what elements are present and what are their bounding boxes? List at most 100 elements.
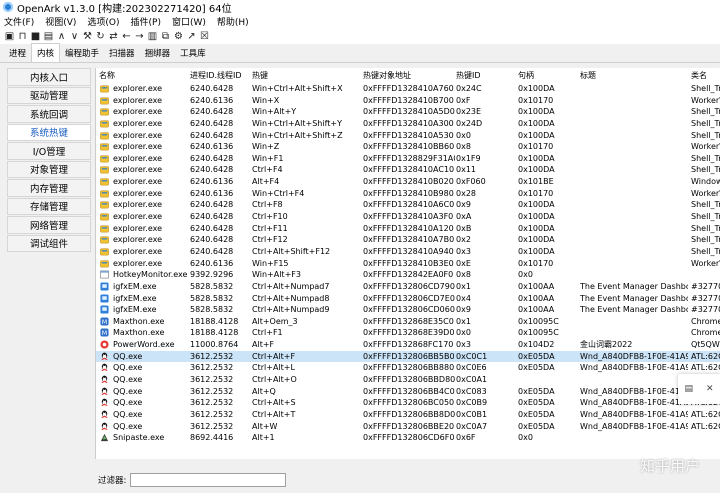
menu-item[interactable]: 窗口(W) [168,15,213,28]
close-icon[interactable]: ✕ [706,384,714,394]
table-row[interactable]: explorer.exe 6240.6428 Win+F1 0xFFFFD132882… [96,153,720,165]
table-row[interactable]: M Maxthon.exe 18188.4128 Ctrl+F1 0xFFFFD1328… [96,327,720,339]
table-row[interactable]: igfxEM.exe 5828.5832 Ctrl+Alt+Numpad7 0xFFF… [96,281,720,293]
table-row[interactable]: explorer.exe 6240.6428 Ctrl+F8 0xFFFFD13284… [96,199,720,211]
cell-name: QQ.exe [113,421,143,431]
cell-hotkey: Ctrl+Alt+Numpad7 [252,281,330,291]
menu-item[interactable]: 选项(O) [83,15,126,28]
window-title: OpenArk v1.3.0 [构建:202302271420] 64位 [17,3,232,15]
cell-name: explorer.exe [113,95,163,105]
arrow-down-icon[interactable]: ∨ [68,30,81,43]
cell-hkid: 0x8 [456,142,471,152]
folder-icon[interactable]: ▤ [42,30,55,43]
menu-item[interactable]: 插件(P) [127,15,168,28]
table-row[interactable]: explorer.exe 6240.6428 Ctrl+F10 0xFFFFD1328… [96,211,720,223]
menu-item[interactable]: 文件(F) [0,15,41,28]
table-row[interactable]: explorer.exe 6240.6136 Win+F15 0xFFFFD13284… [96,258,720,270]
qq-process-icon [101,352,108,360]
sidebar-item[interactable]: 调试组件 [7,234,91,252]
book-icon[interactable]: ▥ [146,30,159,43]
column-header[interactable]: 热键 [252,70,268,81]
tab-item[interactable]: 编程助手 [60,44,104,62]
sidebar-item[interactable]: 存储管理 [7,197,91,215]
tab-item[interactable]: 进程 [4,44,31,62]
settings-icon[interactable]: ⚙ [172,30,185,43]
table-row[interactable]: QQ.exe 3612.2532 Alt+Q 0xFFFFD132806BB4C0 0x… [96,386,720,398]
menu-item[interactable]: 帮助(H) [213,15,256,28]
cell-addr: 0xFFFFD132806CD790 [363,281,455,291]
cell-hkid: 0x4 [456,293,471,303]
cell-hotkey: Alt+F [252,340,275,350]
table-row[interactable]: QQ.exe 3612.2532 Ctrl+Alt+T 0xFFFFD132806BB… [96,409,720,421]
table-row[interactable]: M Maxthon.exe 18188.4128 Alt+Oem_3 0xFFFFD13… [96,316,720,328]
column-header[interactable]: 名称 [99,70,115,81]
table-row[interactable]: explorer.exe 6240.6136 Alt+F4 0xFFFFD132841… [96,176,720,188]
filter-input[interactable] [130,473,287,487]
table-row[interactable]: explorer.exe 6240.6136 Win+Ctrl+F4 0xFFFFD1… [96,188,720,200]
table-row[interactable]: explorer.exe 6240.6428 Win+Ctrl+Alt+Shift+… [96,83,720,95]
sidebar-item[interactable]: 对象管理 [7,160,91,178]
horizontal-scrollbar[interactable] [95,459,720,466]
column-header[interactable]: 句柄 [518,70,534,81]
table-row[interactable]: HotkeyMonitor.exe 9392.9296 Win+Alt+F3 0xFF… [96,269,720,281]
column-header[interactable]: 进程ID.线程ID [190,70,242,81]
arrow-left-icon[interactable]: ← [120,30,133,43]
arrow-up-icon[interactable]: ∧ [55,30,68,43]
sidebar-item[interactable]: 内核入口 [7,68,91,86]
table-row[interactable]: explorer.exe 6240.6428 Ctrl+F4 0xFFFFD13284… [96,164,720,176]
cell-pid: 3612.2532 [190,398,234,408]
sidebar-item[interactable]: 系统热键 [7,123,91,141]
table-row[interactable]: explorer.exe 6240.6428 Ctrl+Alt+Shift+F12 0… [96,246,720,258]
table-row[interactable]: QQ.exe 3612.2532 Ctrl+Alt+S 0xFFFFD132806BC… [96,397,720,409]
table-row[interactable]: explorer.exe 6240.6428 Win+Ctrl+Alt+Shift+… [96,130,720,142]
table-row[interactable]: QQ.exe 3612.2532 Ctrl+Alt+O 0xFFFFD132806BB… [96,374,720,386]
cell-hkid: 0xF [456,95,471,105]
cycle-icon[interactable]: ⇄ [107,30,120,43]
table-row[interactable]: QQ.exe 3612.2532 Ctrl+Alt+L 0xFFFFD132806BB… [96,362,720,374]
tab-item[interactable]: 工具库 [175,44,211,62]
table-row[interactable]: PowerWord.exe 11000.8764 Alt+F 0xFFFFD13286… [96,339,720,351]
open-icon[interactable]: ▣ [3,30,16,43]
table-row[interactable]: explorer.exe 6240.6428 Win+Ctrl+Alt+Shift+… [96,118,720,130]
table-row[interactable]: explorer.exe 6240.6428 Ctrl+F12 0xFFFFD1328… [96,234,720,246]
explorer-process-icon [100,155,109,163]
table-row[interactable]: igfxEM.exe 5828.5832 Ctrl+Alt+Numpad8 0xFFF… [96,293,720,305]
table-row[interactable]: explorer.exe 6240.6428 Ctrl+F11 0xFFFFD1328… [96,223,720,235]
menu-item[interactable]: 视图(V) [41,15,83,28]
lock-icon[interactable]: ⊓ [16,30,29,43]
cell-hkid: 0xC0A1 [456,375,488,385]
tab-item[interactable]: 内核 [31,43,61,62]
table-row[interactable]: explorer.exe 6240.6136 Win+X 0xFFFFD1328410… [96,95,720,107]
table-row[interactable]: QQ.exe 3612.2532 Alt+W 0xFFFFD132806BBE20 0x… [96,421,720,433]
table-row[interactable]: explorer.exe 6240.6428 Win+Alt+Y 0xFFFFD132… [96,106,720,118]
cell-handle: 0x101BE [518,177,554,187]
explorer-process-icon [100,85,109,93]
column-header[interactable]: 热键ID [456,70,481,81]
column-header[interactable]: 类名 [691,70,707,81]
table-row[interactable]: Snipaste.exe 8692.4416 Alt+1 0xFFFFD132806C… [96,432,720,444]
tab-item[interactable]: 捆绑器 [140,44,176,62]
sidebar-item[interactable]: 网络管理 [7,216,91,234]
sidebar-item[interactable]: I/O管理 [7,142,91,160]
sidebar-item[interactable]: 内存管理 [7,179,91,197]
cell-addr: 0xFFFFD1328410A120 [363,223,454,233]
column-header[interactable]: 标题 [580,70,596,81]
cell-pid: 6240.6428 [190,107,234,117]
sidebar-item[interactable]: 驱动管理 [7,86,91,104]
table-row[interactable]: explorer.exe 6240.6136 Win+Z 0xFFFFD1328410… [96,141,720,153]
save-icon[interactable]: ■ [29,30,42,43]
arrow-right-icon[interactable]: → [133,30,146,43]
tab-item[interactable]: 扫描器 [104,44,140,62]
close-box-icon[interactable]: ☒ [198,30,211,43]
pin-icon[interactable]: ↗ [185,30,198,43]
cell-name: explorer.exe [113,130,163,140]
copy-icon[interactable]: ⧉ [159,30,172,43]
wrench-icon[interactable]: ⚒ [81,30,94,43]
comment-icon[interactable]: ▤ [684,384,693,394]
table-row[interactable]: QQ.exe 3612.2532 Ctrl+Alt+F 0xFFFFD132806BB… [96,350,720,363]
refresh-icon[interactable]: ↻ [94,30,107,43]
generic-process-icon [100,270,109,279]
sidebar-item[interactable]: 系统回调 [7,105,91,123]
column-header[interactable]: 热键对象地址 [363,70,411,81]
table-row[interactable]: igfxEM.exe 5828.5832 Ctrl+Alt+Numpad9 0xFFF… [96,304,720,316]
